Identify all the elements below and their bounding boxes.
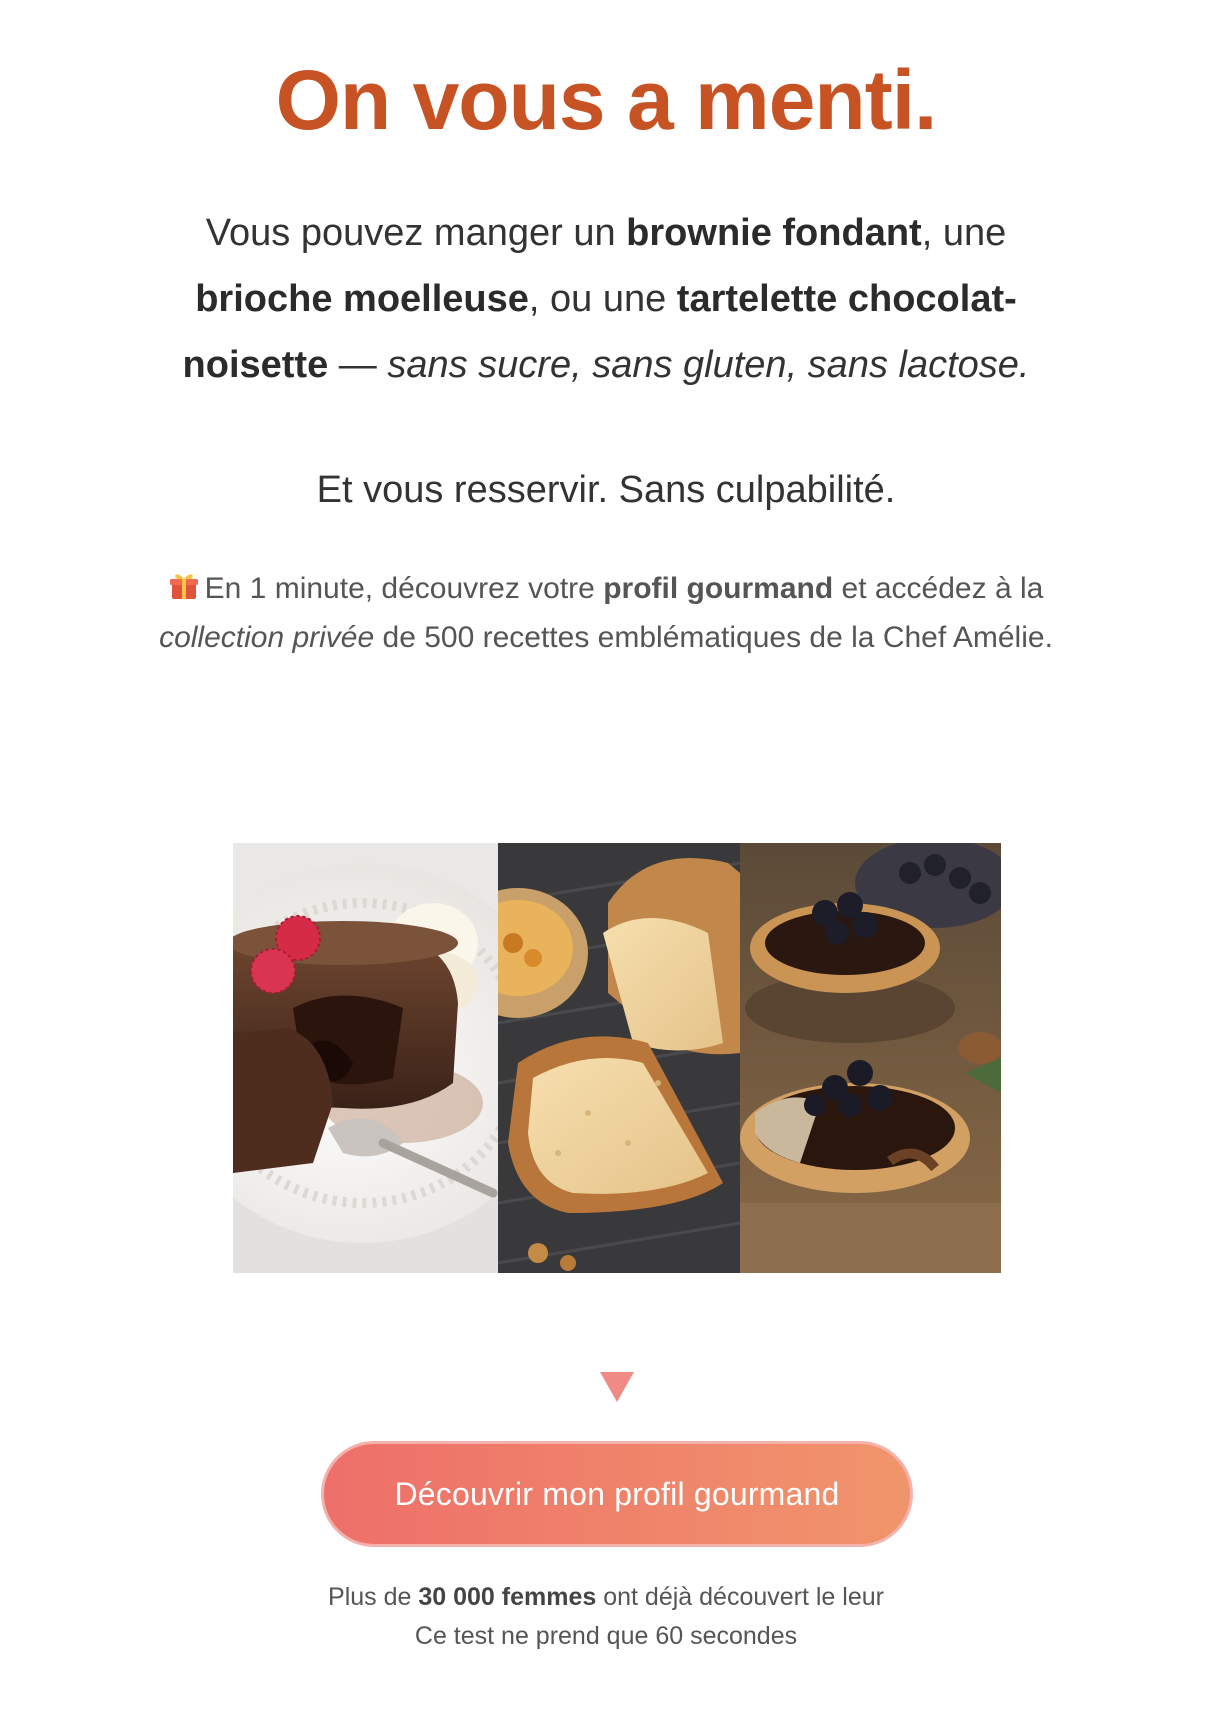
social-proof: Plus de 30 000 femmes ont déjà découvert… bbox=[0, 1578, 1212, 1656]
chocolate-tartlet-photo bbox=[740, 843, 1001, 1273]
offer-text: et accédez à la bbox=[833, 572, 1044, 605]
offer-text: En 1 minute, découvrez votre bbox=[204, 572, 604, 605]
intro-text: , une bbox=[921, 212, 1007, 254]
offer-paragraph: En 1 minute, découvrez votre profil gour… bbox=[140, 564, 1072, 662]
social-text: Plus de bbox=[328, 1583, 419, 1611]
highlight-brownie: brownie fondant bbox=[626, 212, 922, 254]
intro-text: Vous pouvez manger un bbox=[205, 212, 627, 254]
social-text: ont déjà découvert le leur bbox=[596, 1583, 884, 1611]
offer-text: de 500 recettes emblématiques de la Chef… bbox=[374, 621, 1053, 654]
chocolate-lava-cake-photo bbox=[233, 843, 498, 1273]
test-duration-note: Ce test ne prend que 60 secondes bbox=[414, 1622, 798, 1650]
highlight-brioche: brioche moelleuse bbox=[195, 278, 529, 320]
gift-icon bbox=[169, 567, 199, 599]
social-count: 30 000 femmes bbox=[418, 1583, 597, 1611]
intro-text: , ou une bbox=[528, 278, 677, 320]
tagline: Et vous resservir. Sans culpabilité. bbox=[316, 469, 896, 511]
highlight-profil: profil gourmand bbox=[603, 572, 834, 605]
intro-italic-claim: sans sucre, sans gluten, sans lactose. bbox=[387, 344, 1030, 386]
brioche-bread-photo bbox=[498, 843, 740, 1273]
intro-text: — bbox=[328, 344, 388, 386]
page-title: On vous a menti. bbox=[275, 53, 938, 147]
triangle-down-icon bbox=[600, 1372, 634, 1402]
discover-profile-button[interactable]: Découvrir mon profil gourmand bbox=[321, 1441, 913, 1547]
highlight-collection: collection privée bbox=[159, 621, 375, 654]
recipe-photo-collage bbox=[233, 843, 1001, 1273]
intro-paragraph: Vous pouvez manger un brownie fondant, u… bbox=[150, 200, 1062, 398]
